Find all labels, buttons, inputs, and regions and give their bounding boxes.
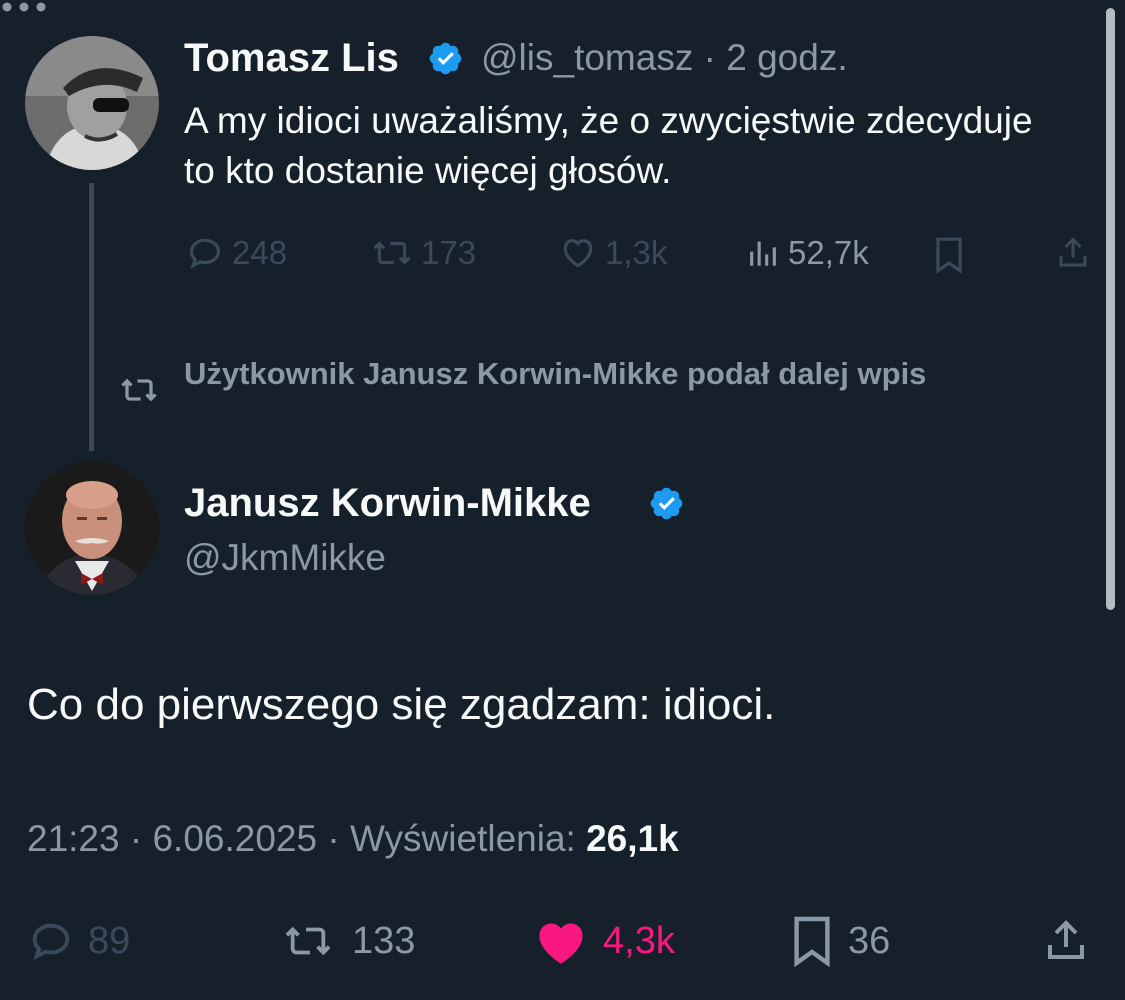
views-icon — [750, 241, 776, 266]
main-retweet-count: 133 — [352, 919, 416, 962]
quoted-views-count: 52,7k — [788, 234, 869, 271]
avatar-janusz-korwin-mikke[interactable] — [25, 461, 159, 595]
more-icon[interactable] — [0, 0, 48, 14]
main-author-name[interactable]: Janusz Korwin-Mikke — [184, 481, 591, 526]
verified-badge-icon — [429, 42, 462, 75]
quoted-like-count: 1,3k — [605, 234, 668, 271]
retweet-banner[interactable]: Użytkownik Janusz Korwin-Mikke podał dal… — [184, 352, 984, 396]
bookmark-icon — [936, 237, 962, 274]
share-icon — [1048, 920, 1084, 959]
meta-separator: · — [703, 37, 716, 78]
main-bookmark-count: 36 — [848, 919, 891, 962]
quoted-handle-time: @lis_tomasz · 2 godz. — [481, 37, 848, 79]
quoted-share-button[interactable] — [1055, 234, 1091, 272]
main-handle[interactable]: @JkmMikke — [184, 537, 386, 579]
quoted-like-button[interactable]: 1,3k — [559, 234, 667, 272]
retweet-icon — [285, 926, 331, 956]
quoted-reply-button[interactable]: 248 — [186, 234, 287, 272]
quoted-time[interactable]: 2 godz. — [726, 37, 847, 78]
main-views-count[interactable]: 26,1k — [586, 818, 679, 859]
main-share-button[interactable] — [1042, 914, 1090, 968]
main-bookmark-button[interactable]: 36 — [790, 914, 890, 968]
quoted-handle[interactable]: @lis_tomasz — [481, 37, 693, 78]
thread-line — [89, 183, 94, 451]
quoted-tweet-text: A my idioci uważaliśmy, że o zwycięstwie… — [184, 100, 1033, 191]
quoted-views-button[interactable]: 52,7k — [746, 234, 869, 272]
quoted-retweet-count: 173 — [421, 234, 477, 271]
like-icon — [563, 239, 593, 268]
reply-icon — [189, 238, 221, 269]
scrollbar[interactable] — [1106, 8, 1115, 610]
main-like-count: 4,3k — [603, 919, 675, 962]
share-icon — [1059, 237, 1087, 267]
main-retweet-button[interactable]: 133 — [278, 918, 415, 964]
verified-badge-icon — [650, 487, 683, 520]
main-tweet-text: Co do pierwszego się zgadzam: idioci. — [27, 680, 776, 729]
retweet-icon — [121, 378, 157, 402]
avatar-tomasz-lis[interactable] — [25, 36, 159, 170]
main-reply-count: 89 — [88, 919, 131, 962]
reply-icon — [32, 923, 70, 961]
like-icon — [539, 923, 583, 964]
quoted-reply-count: 248 — [232, 234, 288, 271]
bookmark-icon — [794, 916, 830, 968]
quoted-retweet-button[interactable]: 173 — [371, 234, 476, 272]
main-timestamp: 21:23 · 6.06.2025 · Wyświetlenia: 26,1k — [27, 818, 679, 860]
timestamp-date[interactable]: 21:23 · 6.06.2025 · Wyświetlenia: — [27, 818, 586, 859]
quoted-author-name[interactable]: Tomasz Lis — [184, 36, 399, 81]
retweet-icon — [373, 241, 411, 265]
main-reply-button[interactable]: 89 — [28, 918, 130, 964]
quoted-bookmark-button[interactable] — [932, 236, 966, 274]
main-like-button[interactable]: 4,3k — [533, 916, 675, 966]
